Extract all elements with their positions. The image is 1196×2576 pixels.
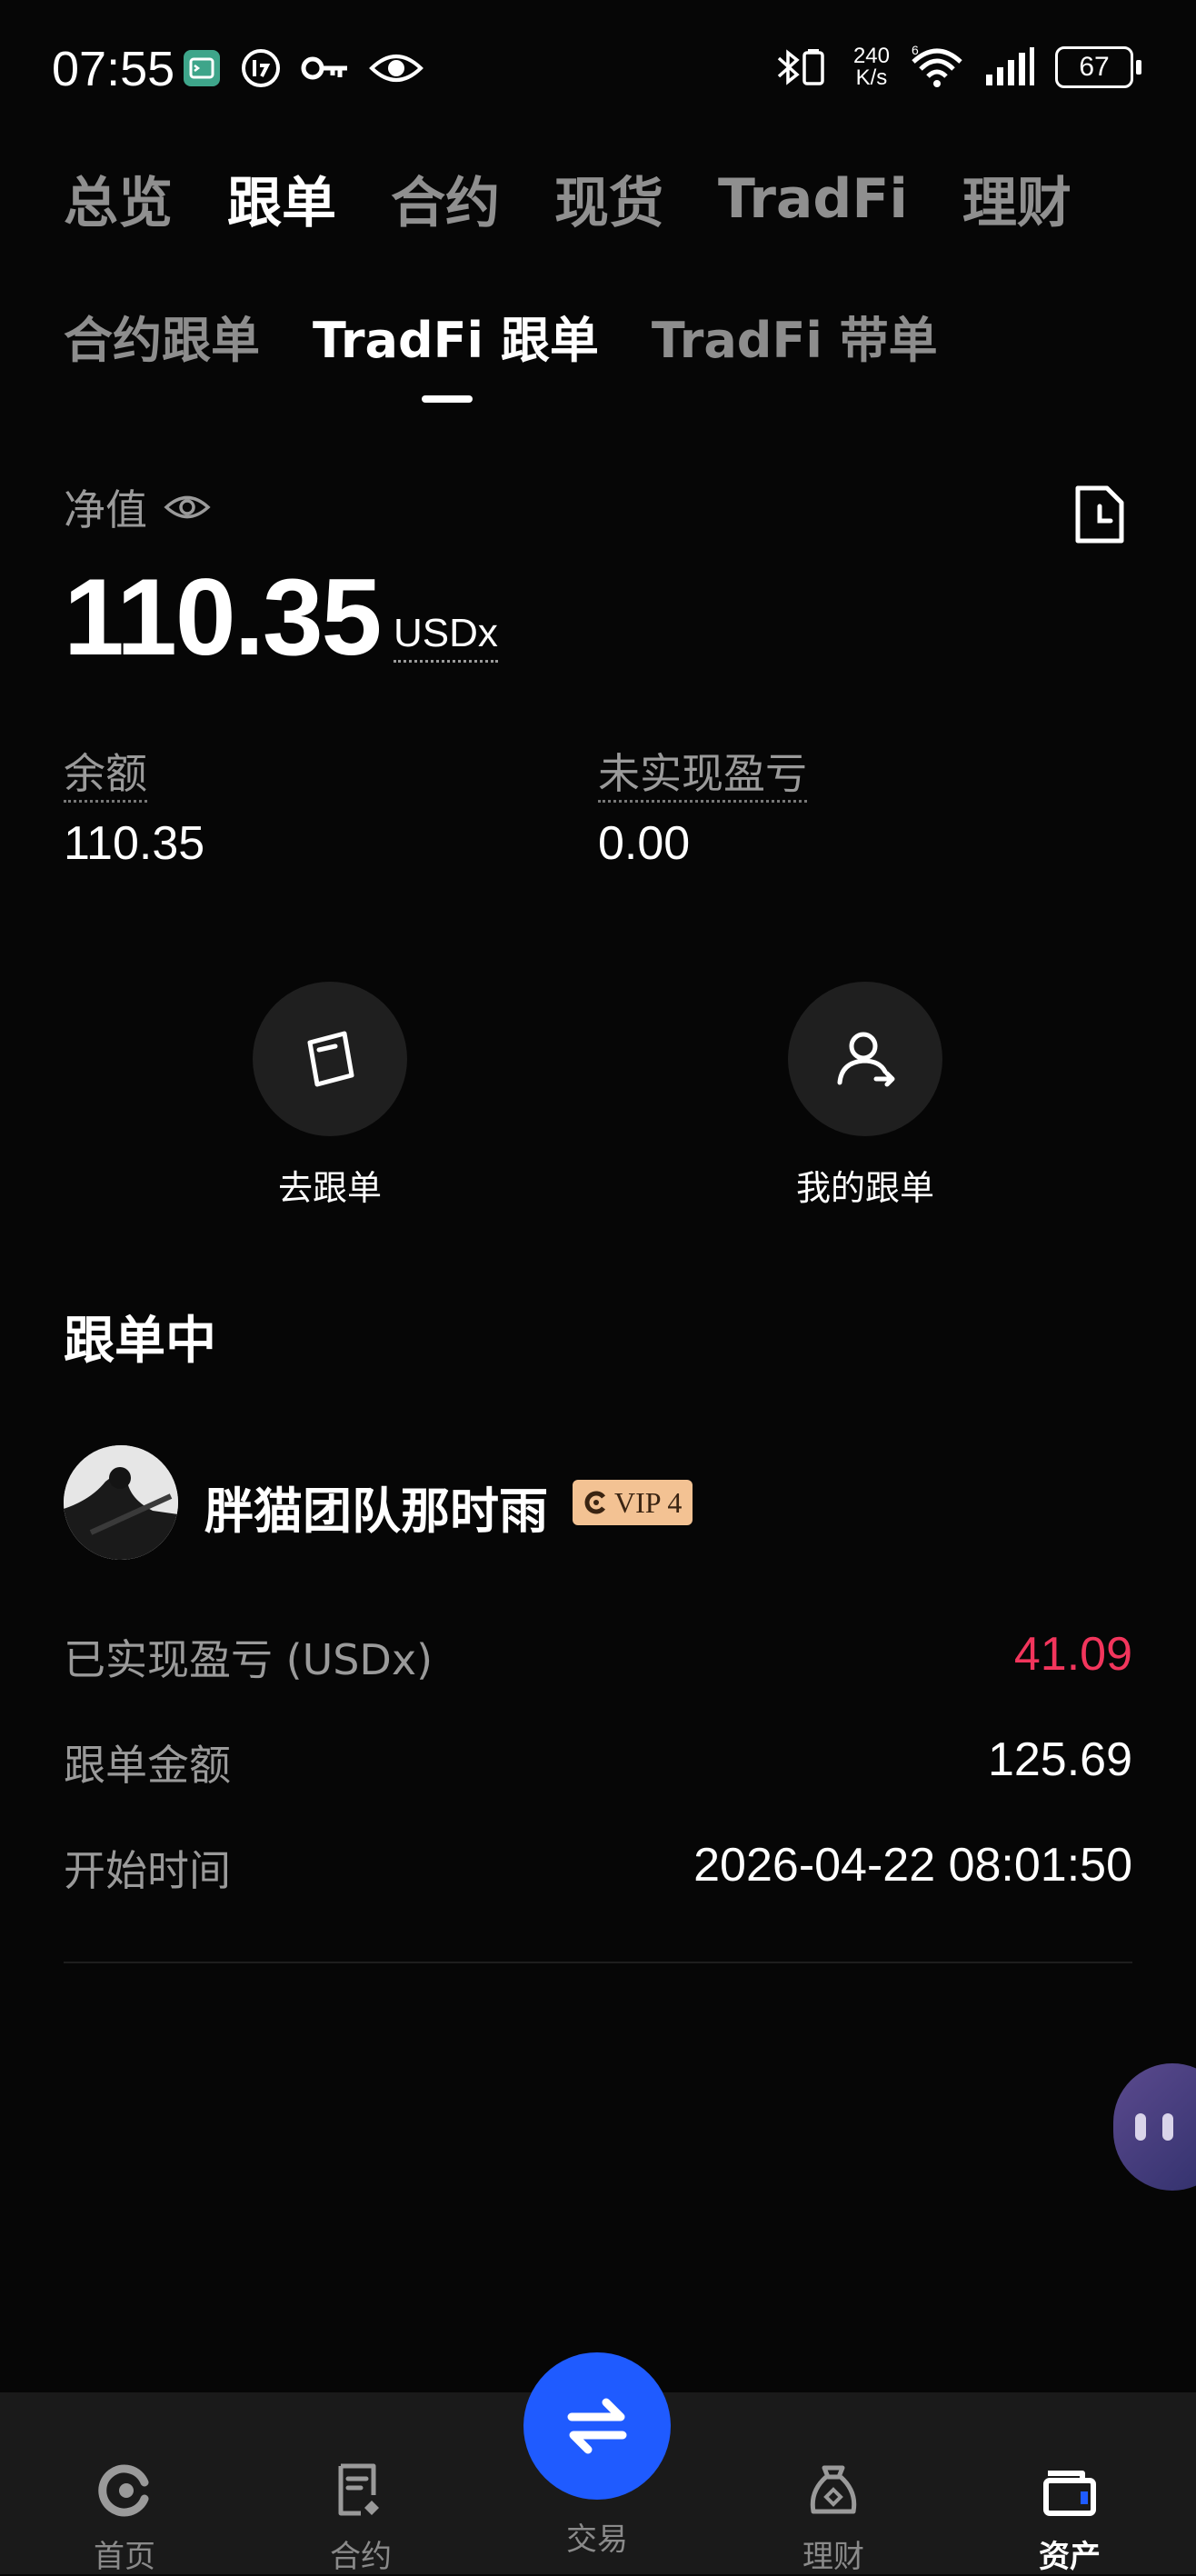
nav-earn[interactable]: 理财 — [743, 2392, 924, 2576]
signal-icon — [986, 47, 1034, 85]
status-icons-left — [182, 47, 424, 89]
go-copy-circle[interactable] — [253, 982, 407, 1136]
tab-overview[interactable]: 总览 — [64, 159, 173, 238]
subtab-futures-copy[interactable]: 合约跟单 — [64, 300, 260, 372]
start-time-label: 开始时间 — [64, 1846, 231, 1895]
unrealized-pnl-label[interactable]: 未实现盈亏 — [598, 749, 807, 803]
nav-contract[interactable]: 合约 — [270, 2392, 452, 2576]
trader-avatar-image — [64, 1445, 178, 1560]
nav-assets[interactable]: 资产 — [979, 2392, 1161, 2576]
copy-trade-card-icon — [307, 1031, 354, 1087]
equity-unit[interactable]: USDx — [394, 611, 498, 663]
key-icon — [301, 56, 347, 80]
vip-c-icon — [584, 1491, 605, 1514]
my-copy-button[interactable]: 我的跟单 — [729, 982, 1002, 1210]
section-divider — [64, 1962, 1132, 1963]
finance-icon — [810, 2465, 857, 2514]
history-record-icon[interactable] — [1072, 484, 1127, 544]
nav-trade-label: 交易 — [566, 2521, 628, 2558]
sub-tab-bar: 合约跟单 TradFi 跟单 TradFi 带单 — [64, 300, 938, 372]
bluetooth-icon — [777, 49, 824, 85]
trade-button[interactable] — [523, 2352, 671, 2500]
go-copy-label: 去跟单 — [277, 1168, 382, 1208]
nav-contract-label: 合约 — [330, 2539, 392, 2575]
battery-level: 67 — [1055, 46, 1133, 88]
status-icons-right: 240 K/s 6 67 — [775, 45, 1141, 89]
vip-badge: VIP 4 — [573, 1480, 693, 1525]
contract-icon — [338, 2463, 379, 2516]
network-speed-value: 240 — [852, 44, 890, 68]
my-copy-circle[interactable] — [788, 982, 942, 1136]
tab-tradfi[interactable]: TradFi — [718, 167, 908, 231]
unrealized-pnl-block: 未实现盈亏 — [598, 741, 807, 803]
equity-label: 净值 — [64, 485, 147, 534]
balance-label[interactable]: 余额 — [64, 749, 147, 803]
active-copy-title: 跟单中 — [64, 1312, 216, 1371]
notification-badge-icon — [242, 49, 280, 87]
swap-icon — [567, 2398, 627, 2454]
network-speed: 240 K/s — [853, 45, 890, 89]
nav-assets-label: 资产 — [1039, 2539, 1101, 2575]
handle-dot-left — [1135, 2113, 1146, 2141]
vip-label: VIP 4 — [614, 1485, 683, 1519]
tab-earn[interactable]: 理财 — [962, 159, 1071, 238]
my-copy-label: 我的跟单 — [795, 1168, 934, 1208]
subtab-tradfi-copy[interactable]: TradFi 跟单 — [313, 300, 599, 372]
realized-pnl-value: 41.09 — [1013, 1628, 1132, 1681]
top-tab-bar: 总览 跟单 合约 现货 TradFi 理财 — [64, 159, 1071, 238]
battery-icon: 67 — [1055, 46, 1141, 88]
svg-text:6: 6 — [912, 45, 919, 57]
nav-earn-label: 理财 — [802, 2539, 864, 2575]
copy-amount-label: 跟单金额 — [64, 1741, 231, 1790]
wifi-icon: 6 — [912, 45, 962, 87]
go-copy-button[interactable]: 去跟单 — [194, 982, 466, 1210]
tab-copy-trading[interactable]: 跟单 — [227, 159, 336, 238]
status-time: 07:55 — [52, 42, 175, 96]
balance-value: 110.35 — [64, 817, 205, 870]
equity-header: 净值 — [64, 477, 211, 537]
equity-value: 110.35 — [64, 556, 382, 678]
floating-assistant-handle[interactable] — [1113, 2063, 1196, 2191]
handle-dot-right — [1162, 2113, 1173, 2141]
status-bar: 07:55 240 K/s 6 67 — [0, 0, 1196, 136]
avatar[interactable] — [64, 1445, 178, 1560]
eye-toggle-icon[interactable] — [164, 492, 211, 523]
home-icon — [98, 2464, 149, 2517]
balance-block: 余额 — [64, 741, 147, 803]
subtab-active-indicator — [422, 395, 473, 403]
unrealized-pnl-value: 0.00 — [598, 817, 691, 870]
eye-icon — [369, 55, 424, 82]
tab-spot[interactable]: 现货 — [554, 159, 663, 238]
trader-name[interactable]: 胖猫团队那时雨 — [204, 1471, 548, 1543]
realized-pnl-label: 已实现盈亏 (USDx) — [64, 1635, 434, 1684]
start-time-value: 2026-04-22 08:01:50 — [693, 1839, 1132, 1892]
nav-home[interactable]: 首页 — [34, 2392, 215, 2576]
network-speed-unit: K/s — [855, 65, 888, 90]
wallet-icon — [1043, 2471, 1096, 2516]
terminal-app-icon — [184, 50, 220, 86]
tab-futures[interactable]: 合约 — [391, 159, 500, 238]
nav-home-label: 首页 — [94, 2539, 155, 2575]
copy-amount-value: 125.69 — [987, 1733, 1132, 1786]
user-copy-icon — [837, 1032, 895, 1087]
subtab-tradfi-lead[interactable]: TradFi 带单 — [652, 300, 938, 372]
